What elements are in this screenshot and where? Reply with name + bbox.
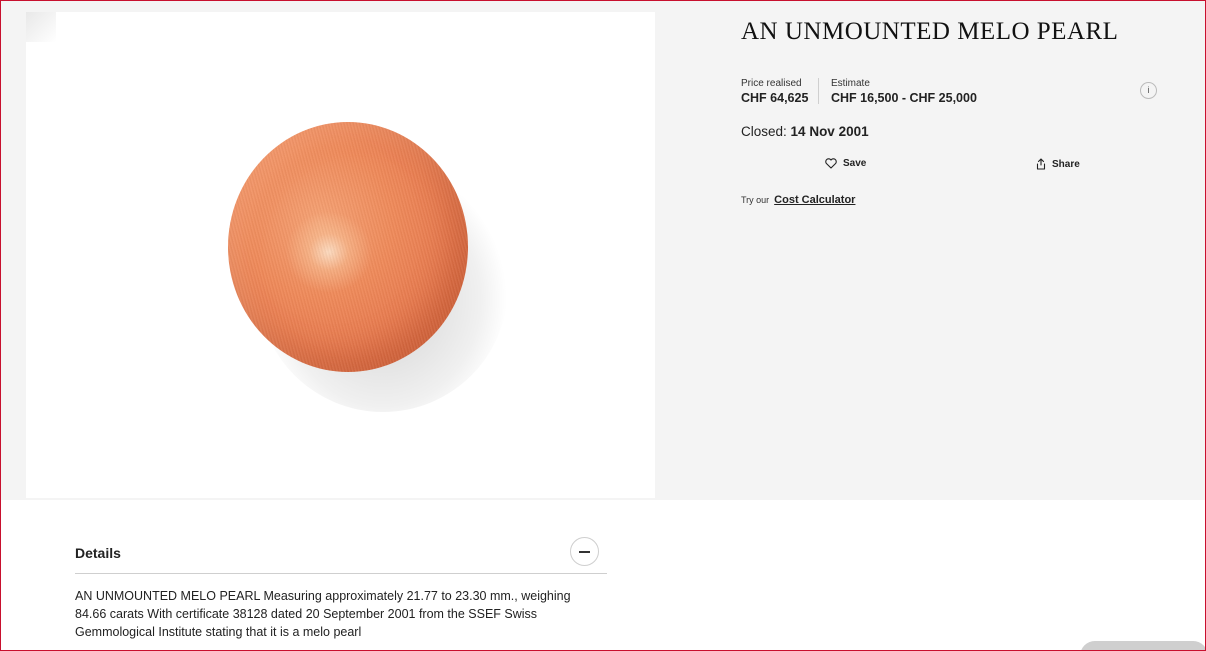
save-label: Save: [843, 158, 867, 169]
floating-button[interactable]: [1080, 641, 1206, 651]
calculator-prefix: Try our: [741, 195, 770, 205]
save-button[interactable]: Save: [825, 158, 866, 169]
pearl-image: [228, 122, 468, 372]
lot-image-panel[interactable]: [26, 12, 655, 498]
estimate-label: Estimate: [831, 78, 870, 89]
price-realised-label: Price realised: [741, 78, 802, 89]
lot-title: AN UNMOUNTED MELO PEARL: [741, 18, 1119, 45]
details-accordion-header[interactable]: Details: [75, 535, 607, 574]
cost-calculator-link[interactable]: Cost Calculator: [774, 194, 855, 206]
share-icon: [1036, 158, 1046, 170]
closed-label: Closed:: [741, 124, 787, 139]
pearl-texture: [228, 122, 468, 372]
estimate-block: Estimate CHF 16,500 - CHF 25,000: [818, 78, 977, 105]
price-realised-value: CHF 64,625: [741, 91, 809, 105]
heart-icon: [825, 158, 837, 169]
details-description: AN UNMOUNTED MELO PEARL Measuring approx…: [75, 589, 571, 639]
collapse-minus-icon[interactable]: [570, 537, 599, 566]
cost-calculator-promo: Try our Cost Calculator: [741, 194, 855, 206]
closed-date: 14 Nov 2001: [790, 124, 869, 139]
share-label: Share: [1052, 158, 1080, 170]
closed-status: Closed: 14 Nov 2001: [741, 124, 869, 139]
share-button[interactable]: Share: [1036, 158, 1080, 170]
estimate-value: CHF 16,500 - CHF 25,000: [831, 91, 977, 105]
info-icon[interactable]: i: [1140, 82, 1157, 99]
details-heading: Details: [75, 545, 121, 561]
image-corner-shade: [26, 12, 56, 42]
price-realised-block: Price realised CHF 64,625: [741, 78, 808, 105]
